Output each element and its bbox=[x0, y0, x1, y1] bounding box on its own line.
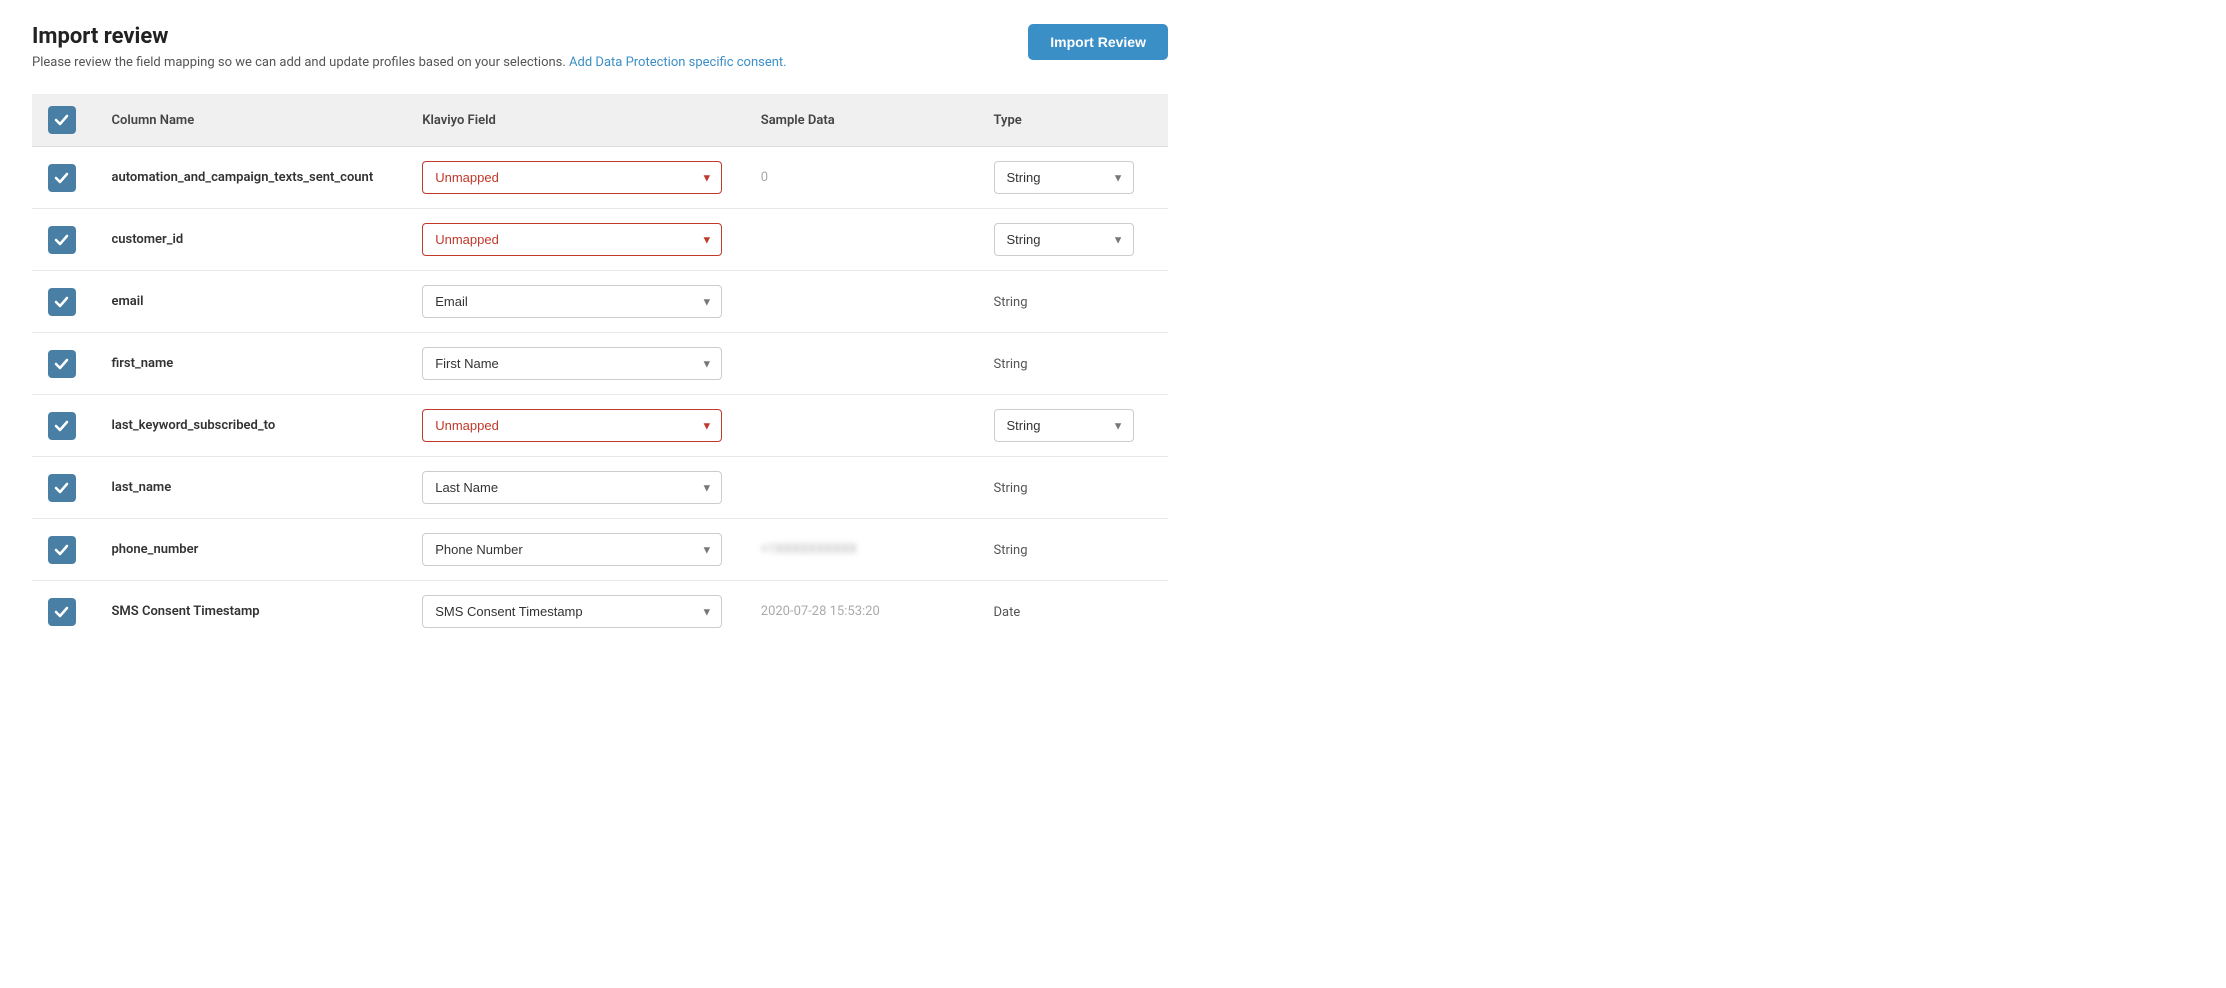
row-checkbox-cell bbox=[32, 333, 95, 395]
klaviyo-field-select[interactable]: Email bbox=[422, 285, 722, 318]
klaviyo-field-select-wrapper: Last Name ▼ bbox=[422, 471, 722, 504]
row-checkbox[interactable] bbox=[48, 474, 76, 502]
type-cell: String bbox=[978, 333, 1168, 395]
mapping-table: Column Name Klaviyo Field Sample Data Ty… bbox=[32, 94, 1168, 642]
klaviyo-field-select-wrapper: Phone Number ▼ bbox=[422, 533, 722, 566]
column-name-cell: SMS Consent Timestamp bbox=[95, 581, 406, 643]
klaviyo-field-select[interactable]: Unmapped bbox=[422, 223, 722, 256]
column-name-cell: automation_and_campaign_texts_sent_count bbox=[95, 147, 406, 209]
klaviyo-field-header: Klaviyo Field bbox=[406, 94, 745, 147]
type-text: String bbox=[994, 543, 1028, 558]
klaviyo-field-cell: Last Name ▼ bbox=[406, 457, 745, 519]
header-checkbox-col bbox=[32, 94, 95, 147]
sample-data-cell: 2020-07-28 15:53:20 bbox=[745, 581, 978, 643]
klaviyo-field-select-wrapper: Email ▼ bbox=[422, 285, 722, 318]
type-select-wrapper: String ▼ bbox=[994, 409, 1134, 442]
type-cell: String ▼ bbox=[978, 209, 1168, 271]
row-checkbox-cell bbox=[32, 209, 95, 271]
column-name-cell: email bbox=[95, 271, 406, 333]
row-checkbox-cell bbox=[32, 457, 95, 519]
sample-data-cell bbox=[745, 457, 978, 519]
header-checkbox[interactable] bbox=[48, 106, 76, 134]
klaviyo-field-select[interactable]: SMS Consent Timestamp bbox=[422, 595, 722, 628]
column-name-cell: last_keyword_subscribed_to bbox=[95, 395, 406, 457]
sample-data-cell bbox=[745, 333, 978, 395]
type-header: Type bbox=[978, 94, 1168, 147]
header-left: Import review Please review the field ma… bbox=[32, 24, 787, 70]
row-checkbox-cell bbox=[32, 271, 95, 333]
klaviyo-field-cell: First Name ▼ bbox=[406, 333, 745, 395]
row-checkbox-cell bbox=[32, 581, 95, 643]
klaviyo-field-select-wrapper: First Name ▼ bbox=[422, 347, 722, 380]
klaviyo-field-select[interactable]: First Name bbox=[422, 347, 722, 380]
sample-data-cell bbox=[745, 271, 978, 333]
type-cell: String ▼ bbox=[978, 147, 1168, 209]
klaviyo-field-cell: Unmapped ▼ bbox=[406, 395, 745, 457]
column-name-header: Column Name bbox=[95, 94, 406, 147]
row-checkbox-cell bbox=[32, 147, 95, 209]
type-text: String bbox=[994, 481, 1028, 496]
klaviyo-field-select-wrapper: Unmapped ▼ bbox=[422, 409, 722, 442]
klaviyo-field-select[interactable]: Last Name bbox=[422, 471, 722, 504]
row-checkbox[interactable] bbox=[48, 536, 76, 564]
type-select[interactable]: String bbox=[994, 223, 1134, 256]
type-cell: String bbox=[978, 519, 1168, 581]
sample-data-cell: 0 bbox=[745, 147, 978, 209]
type-cell: Date bbox=[978, 581, 1168, 643]
sample-data-cell: +1XXXXXXXXXX bbox=[745, 519, 978, 581]
page-title: Import review bbox=[32, 24, 787, 49]
row-checkbox-cell bbox=[32, 519, 95, 581]
row-checkbox[interactable] bbox=[48, 412, 76, 440]
klaviyo-field-cell: Phone Number ▼ bbox=[406, 519, 745, 581]
table-row: phone_number Phone Number ▼ +1XXXXXXXXXX… bbox=[32, 519, 1168, 581]
klaviyo-field-select-wrapper: Unmapped ▼ bbox=[422, 223, 722, 256]
table-row: first_name First Name ▼ String bbox=[32, 333, 1168, 395]
column-name-cell: last_name bbox=[95, 457, 406, 519]
column-name-cell: phone_number bbox=[95, 519, 406, 581]
row-checkbox[interactable] bbox=[48, 598, 76, 626]
table-body: automation_and_campaign_texts_sent_count… bbox=[32, 147, 1168, 643]
type-text: String bbox=[994, 357, 1028, 372]
row-checkbox[interactable] bbox=[48, 226, 76, 254]
klaviyo-field-cell: SMS Consent Timestamp ▼ bbox=[406, 581, 745, 643]
page-container: Import review Please review the field ma… bbox=[0, 0, 1200, 666]
type-select-wrapper: String ▼ bbox=[994, 161, 1134, 194]
klaviyo-field-select-wrapper: SMS Consent Timestamp ▼ bbox=[422, 595, 722, 628]
row-checkbox[interactable] bbox=[48, 164, 76, 192]
table-row: last_keyword_subscribed_to Unmapped ▼ St… bbox=[32, 395, 1168, 457]
klaviyo-field-select[interactable]: Phone Number bbox=[422, 533, 722, 566]
type-select[interactable]: String bbox=[994, 409, 1134, 442]
column-name-cell: customer_id bbox=[95, 209, 406, 271]
row-checkbox[interactable] bbox=[48, 350, 76, 378]
table-row: last_name Last Name ▼ String bbox=[32, 457, 1168, 519]
type-select[interactable]: String bbox=[994, 161, 1134, 194]
column-name-cell: first_name bbox=[95, 333, 406, 395]
type-cell: String bbox=[978, 271, 1168, 333]
klaviyo-field-select-wrapper: Unmapped ▼ bbox=[422, 161, 722, 194]
klaviyo-field-cell: Unmapped ▼ bbox=[406, 147, 745, 209]
klaviyo-field-cell: Email ▼ bbox=[406, 271, 745, 333]
table-header-row: Column Name Klaviyo Field Sample Data Ty… bbox=[32, 94, 1168, 147]
sample-data-cell bbox=[745, 395, 978, 457]
sample-data-header: Sample Data bbox=[745, 94, 978, 147]
table-row: email Email ▼ String bbox=[32, 271, 1168, 333]
klaviyo-field-select[interactable]: Unmapped bbox=[422, 161, 722, 194]
type-cell: String bbox=[978, 457, 1168, 519]
table-row: SMS Consent Timestamp SMS Consent Timest… bbox=[32, 581, 1168, 643]
import-review-button[interactable]: Import Review bbox=[1028, 24, 1168, 60]
row-checkbox[interactable] bbox=[48, 288, 76, 316]
table-row: customer_id Unmapped ▼ String ▼ bbox=[32, 209, 1168, 271]
row-checkbox-cell bbox=[32, 395, 95, 457]
table-row: automation_and_campaign_texts_sent_count… bbox=[32, 147, 1168, 209]
type-text: Date bbox=[994, 605, 1021, 620]
klaviyo-field-cell: Unmapped ▼ bbox=[406, 209, 745, 271]
data-protection-link[interactable]: Add Data Protection specific consent. bbox=[569, 55, 787, 70]
page-description: Please review the field mapping so we ca… bbox=[32, 55, 787, 70]
type-select-wrapper: String ▼ bbox=[994, 223, 1134, 256]
sample-data-cell bbox=[745, 209, 978, 271]
page-header: Import review Please review the field ma… bbox=[32, 24, 1168, 70]
type-text: String bbox=[994, 295, 1028, 310]
klaviyo-field-select[interactable]: Unmapped bbox=[422, 409, 722, 442]
type-cell: String ▼ bbox=[978, 395, 1168, 457]
